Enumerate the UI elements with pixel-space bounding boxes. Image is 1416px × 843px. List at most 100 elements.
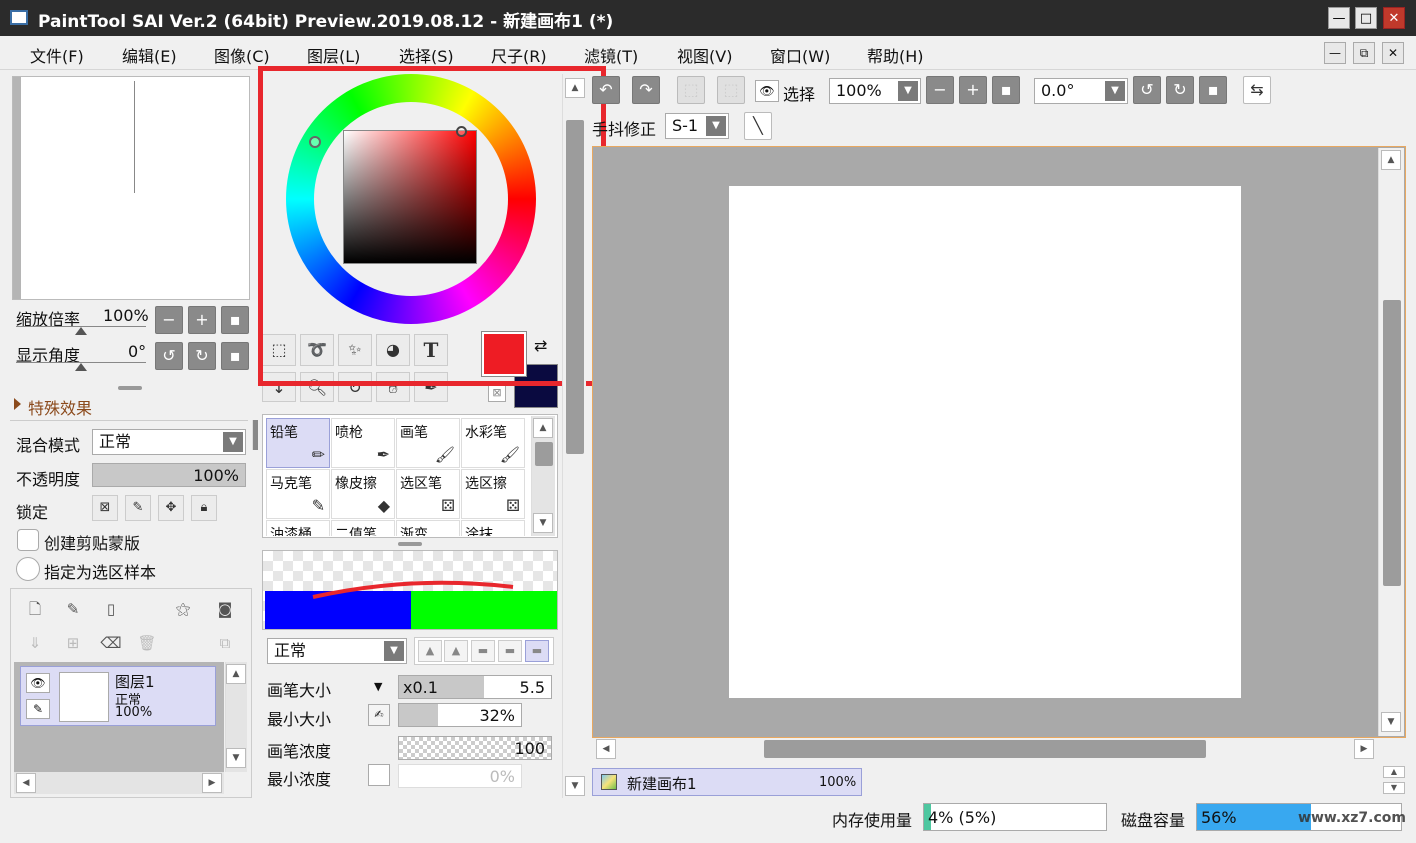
scroll-thumb[interactable] bbox=[764, 740, 1206, 758]
min-size-slider[interactable]: 32% bbox=[398, 703, 522, 727]
brush-shape-5-icon[interactable]: ▬ bbox=[525, 640, 549, 662]
special-effects-label[interactable]: 特殊效果 bbox=[28, 395, 92, 419]
scroll-up-icon[interactable]: ▲ bbox=[533, 418, 553, 438]
view-zoom-reset-button[interactable]: ▪ bbox=[992, 76, 1020, 104]
layer-paint-icon[interactable]: ✎ bbox=[26, 699, 50, 719]
saturation-value-square[interactable] bbox=[343, 130, 477, 264]
maximize-button[interactable]: □ bbox=[1355, 7, 1377, 29]
brush-mode-select[interactable]: 正常 ▼ bbox=[267, 638, 407, 664]
brush-shape-4-icon[interactable]: ▬ bbox=[498, 640, 522, 662]
menu-layer[interactable]: 图层(L) bbox=[307, 43, 360, 67]
scroll-down-icon[interactable]: ▼ bbox=[226, 748, 246, 768]
view-zoom-in-button[interactable]: + bbox=[959, 76, 987, 104]
new-linework-layer-icon[interactable]: ✎ bbox=[62, 598, 84, 620]
menu-file[interactable]: 文件(F) bbox=[30, 43, 84, 67]
move-tool-icon[interactable]: ↕ bbox=[262, 372, 296, 402]
brush-pencil[interactable]: 铅笔 ✏︎ bbox=[266, 418, 330, 468]
straight-line-button[interactable]: ╲ bbox=[744, 112, 772, 140]
scroll-thumb[interactable] bbox=[535, 442, 553, 466]
canvas-vscrollbar[interactable]: ▲ ▼ bbox=[1378, 148, 1404, 736]
scroll-right-icon[interactable]: ▶ bbox=[1354, 739, 1374, 759]
brush-airbrush[interactable]: 喷枪 ✒ bbox=[331, 418, 395, 468]
new-layer-icon[interactable]: 🗋 bbox=[24, 598, 46, 620]
deselect-button[interactable]: ⬚ bbox=[677, 76, 705, 104]
lock-paint-icon[interactable]: ✎ bbox=[125, 495, 151, 521]
new-folder-icon[interactable]: ▯ bbox=[100, 598, 122, 620]
clip-mask-checkbox[interactable] bbox=[17, 529, 39, 551]
brush-watercolor[interactable]: 水彩笔 🖌︎ bbox=[461, 418, 525, 468]
canvas-hscrollbar[interactable]: ◀ ▶ bbox=[594, 738, 1378, 760]
undo-button[interactable]: ↶ bbox=[592, 76, 620, 104]
transfer-down-icon[interactable]: ⇓ bbox=[24, 632, 46, 654]
pressure-density-checkbox[interactable] bbox=[368, 764, 390, 786]
transparent-color-icon[interactable]: ⊠ bbox=[488, 384, 506, 402]
angle-slider-handle[interactable] bbox=[75, 363, 87, 371]
scroll-up-icon[interactable]: ▲ bbox=[1381, 150, 1401, 170]
menu-select[interactable]: 选择(S) bbox=[399, 43, 454, 67]
lasso-select-icon[interactable]: ➰ bbox=[300, 334, 334, 366]
expand-arrow-icon[interactable] bbox=[14, 398, 21, 410]
view-rotate-reset-button[interactable]: ▪ bbox=[1199, 76, 1227, 104]
brush-shape-1-icon[interactable]: ▲ bbox=[418, 640, 442, 662]
close-button[interactable]: ✕ bbox=[1383, 7, 1405, 29]
lock-move-icon[interactable]: ✥ bbox=[158, 495, 184, 521]
flip-horizontal-button[interactable]: ⇆ bbox=[1243, 76, 1271, 104]
layer-mask-icon[interactable]: ◙ bbox=[214, 598, 236, 620]
panel-splitter[interactable] bbox=[118, 386, 142, 390]
brush-eraser[interactable]: 橡皮擦 ◆ bbox=[331, 469, 395, 519]
clear-layer-icon[interactable]: ⌫ bbox=[100, 632, 122, 654]
menu-filter[interactable]: 滤镜(T) bbox=[584, 43, 638, 67]
menu-window[interactable]: 窗口(W) bbox=[770, 43, 830, 67]
brush-bucket[interactable]: 油漆桶 bbox=[266, 520, 330, 536]
min-density-slider[interactable]: 0% bbox=[398, 764, 522, 788]
menu-help[interactable]: 帮助(H) bbox=[867, 43, 924, 67]
scroll-left-icon[interactable]: ◀ bbox=[596, 739, 616, 759]
zoom-reset-button[interactable]: ▪ bbox=[221, 306, 249, 334]
show-selection-eye-icon[interactable]: 👁︎ bbox=[755, 80, 779, 102]
text-tool-icon[interactable]: T bbox=[414, 334, 448, 366]
navigator-scroll[interactable] bbox=[13, 77, 21, 299]
view-zoom-out-button[interactable]: − bbox=[926, 76, 954, 104]
brush-size-slider[interactable]: x0.1 5.5 bbox=[398, 675, 552, 699]
brush-grid-scrollbar[interactable]: ▲ ▼ bbox=[531, 416, 555, 536]
canvas-tab[interactable]: 新建画布1 100% bbox=[592, 768, 862, 796]
selection-sample-toggle[interactable] bbox=[16, 557, 40, 581]
scroll-up-icon[interactable]: ▲ bbox=[565, 78, 585, 98]
tab-scroll-up-icon[interactable]: ▲ bbox=[1383, 766, 1405, 778]
hand-tool-icon[interactable]: ✋︎ bbox=[376, 372, 410, 402]
brush-gradient[interactable]: 渐变 bbox=[396, 520, 460, 536]
magic-wand-icon[interactable]: ✨︎ bbox=[338, 334, 372, 366]
view-rotation-select[interactable]: 0.0° ▼ bbox=[1034, 78, 1128, 104]
scroll-left-icon[interactable]: ◀ bbox=[16, 773, 36, 793]
scroll-down-icon[interactable]: ▼ bbox=[533, 513, 553, 533]
scroll-up-icon[interactable]: ▲ bbox=[226, 664, 246, 684]
hue-picker-handle[interactable] bbox=[309, 136, 321, 148]
tab-scroll-down-icon[interactable]: ▼ bbox=[1383, 782, 1405, 794]
brush-brush[interactable]: 画笔 🖌︎ bbox=[396, 418, 460, 468]
rotate-reset-button[interactable]: ▪ bbox=[221, 342, 249, 370]
brush-select-pen[interactable]: 选区笔 ⚄ bbox=[396, 469, 460, 519]
menu-edit[interactable]: 编辑(E) bbox=[122, 43, 177, 67]
rotate-right-button[interactable]: ↻ bbox=[188, 342, 216, 370]
pressure-size-icon[interactable]: ✍ bbox=[368, 704, 390, 726]
zoom-tool-icon[interactable]: 🔍︎ bbox=[300, 372, 334, 402]
size-dropdown-icon[interactable]: ▼ bbox=[374, 680, 382, 693]
layer-row[interactable]: 👁︎ ✎ 图层1 正常 100% bbox=[20, 666, 216, 726]
layer-list-hscrollbar[interactable]: ◀ ▶ bbox=[14, 772, 224, 794]
navigator-preview[interactable] bbox=[12, 76, 250, 300]
brush-smudge[interactable]: 涂抹 bbox=[461, 520, 525, 536]
scroll-thumb[interactable] bbox=[1383, 300, 1401, 586]
canvas-viewport[interactable] bbox=[592, 146, 1406, 738]
tool-panel-scrollbar[interactable]: ▲ ▼ bbox=[562, 74, 586, 798]
brush-marker[interactable]: 马克笔 ✎ bbox=[266, 469, 330, 519]
swap-colors-icon[interactable]: ⇄ bbox=[534, 336, 547, 355]
blend-mode-select[interactable]: 正常 ▼ bbox=[92, 429, 246, 455]
zoom-slider-handle[interactable] bbox=[75, 327, 87, 335]
view-zoom-select[interactable]: 100% ▼ bbox=[829, 78, 921, 104]
visibility-eye-icon[interactable]: 👁︎ bbox=[26, 673, 50, 693]
stabilizer-select[interactable]: S-1 ▼ bbox=[665, 113, 729, 139]
layer-list-scrollbar[interactable]: ▲ ▼ bbox=[225, 662, 247, 772]
merge-visible-icon[interactable]: ⧉ bbox=[214, 632, 236, 654]
lock-all-icon[interactable]: 🔒︎ bbox=[191, 495, 217, 521]
brush-binary[interactable]: 二值笔 bbox=[331, 520, 395, 536]
